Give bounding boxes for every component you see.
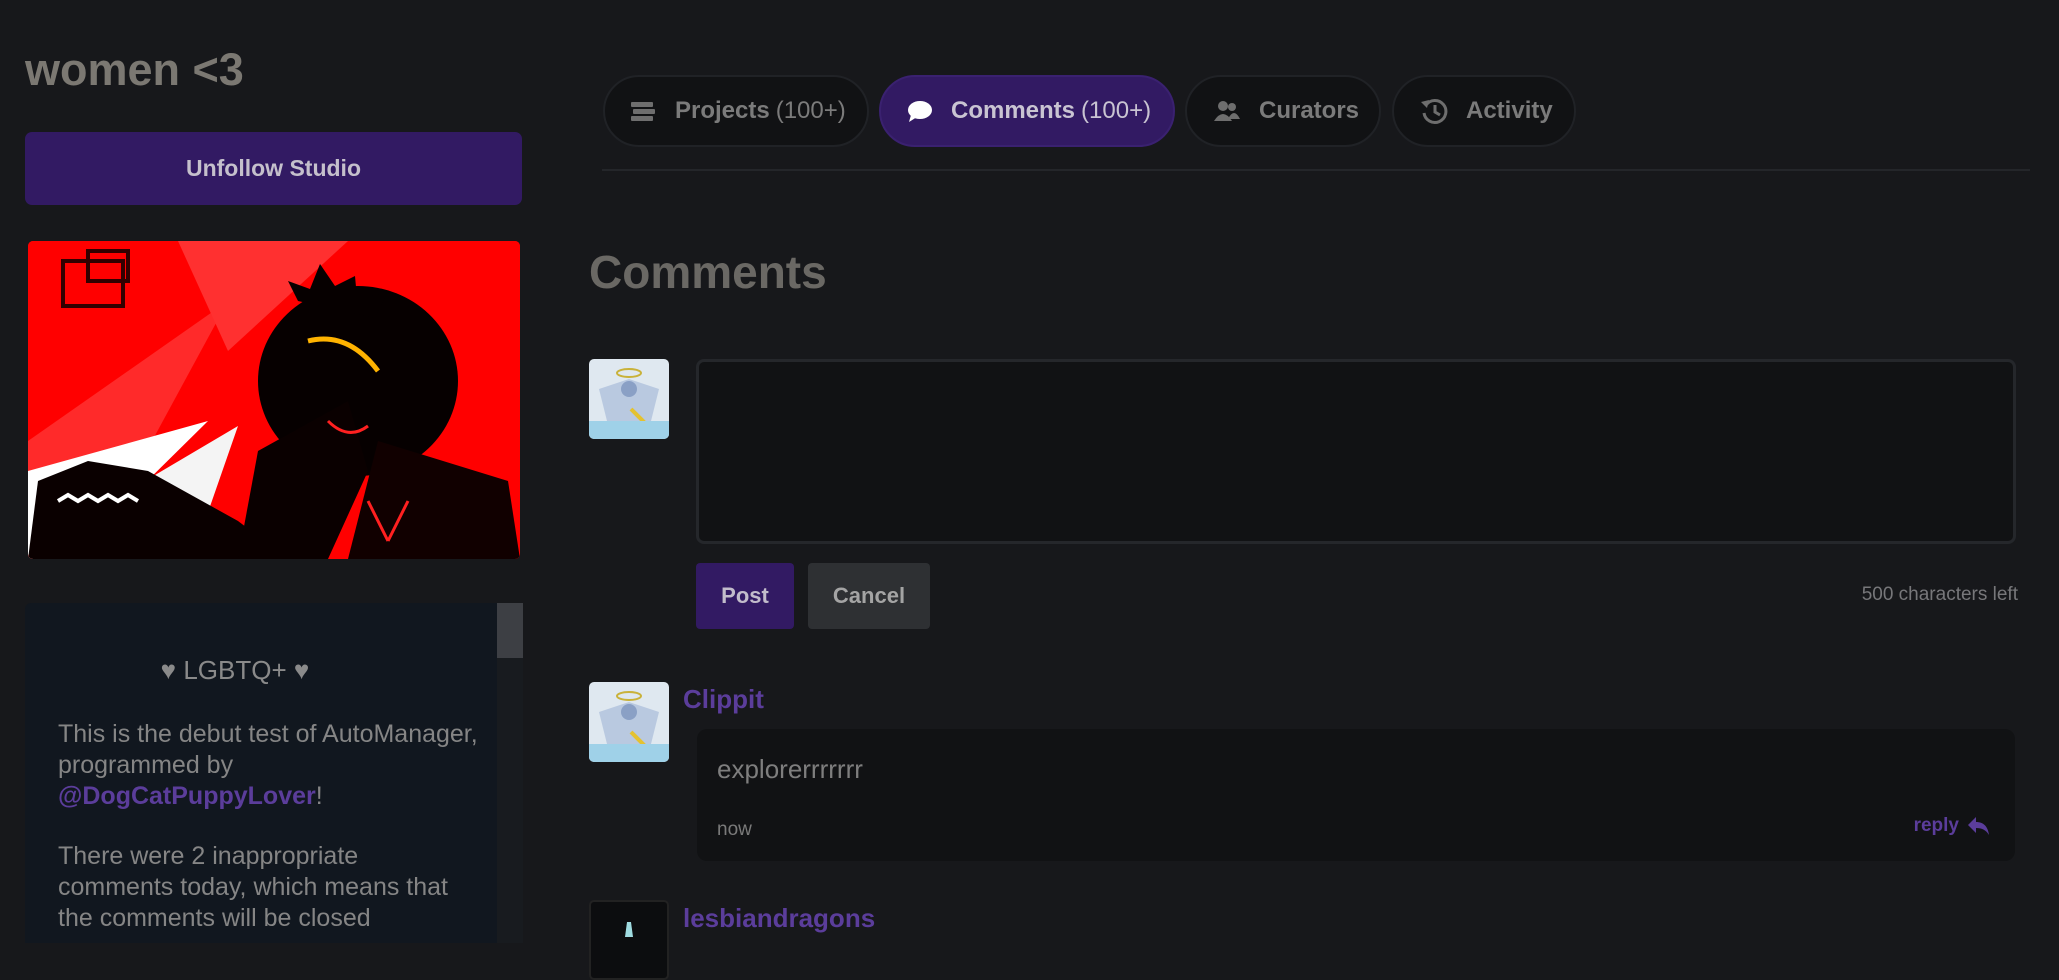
tab-label: Curators <box>1259 97 1360 124</box>
post-button[interactable]: Post <box>696 563 794 629</box>
comment-input[interactable] <box>696 359 2016 544</box>
comment-username[interactable]: Clippit <box>683 684 764 715</box>
comments-heading: Comments <box>589 246 827 298</box>
my-avatar[interactable] <box>589 359 669 439</box>
commenter-avatar[interactable] <box>589 900 669 980</box>
history-icon <box>1421 98 1448 124</box>
cancel-button[interactable]: Cancel <box>808 563 930 629</box>
description-text: This is the debut test of AutoManager, p… <box>58 720 478 779</box>
curators-icon <box>1214 101 1240 121</box>
reply-arrow-icon <box>1968 817 1989 835</box>
tab-curators[interactable]: Curators <box>1185 75 1381 147</box>
commenter-avatar[interactable] <box>589 682 669 762</box>
tab-count: (100+) <box>1081 97 1152 124</box>
studio-thumbnail <box>28 241 520 559</box>
description-paragraph: There were 2 inappropriate comments toda… <box>58 842 448 932</box>
comment-text: explorerrrrrrr <box>717 754 863 784</box>
comment-bubble-icon <box>908 101 932 122</box>
tab-label: Activity <box>1466 97 1553 124</box>
comment-username[interactable]: lesbiandragons <box>683 903 875 934</box>
description-paragraph: This is the debut test of AutoManager, p… <box>58 719 478 812</box>
projects-icon <box>631 102 655 121</box>
studio-description: ♥ LGBTQ+ ♥ This is the debut test of Aut… <box>25 603 497 943</box>
tab-label: Comments <box>951 97 1076 124</box>
tab-activity[interactable]: Activity <box>1392 75 1576 147</box>
tab-projects[interactable]: Projects (100+) <box>603 75 869 147</box>
unfollow-studio-button[interactable]: Unfollow Studio <box>25 132 522 205</box>
comment-timestamp: now <box>717 819 752 840</box>
studio-title: women <3 <box>25 44 244 95</box>
description-text: ! <box>315 782 323 810</box>
mention-link[interactable]: @DogCatPuppyLover <box>58 782 316 810</box>
reply-label: reply <box>1913 815 1959 836</box>
description-heading: ♥ LGBTQ+ ♥ <box>160 655 310 685</box>
tab-comments[interactable]: Comments (100+) <box>879 75 1175 147</box>
tab-count: (100+) <box>775 97 846 124</box>
characters-left-counter: 500 characters left <box>1861 584 2018 605</box>
scrollbar-thumb[interactable] <box>497 603 523 658</box>
tab-divider <box>602 169 2030 171</box>
tab-label: Projects <box>675 97 770 124</box>
reply-button[interactable]: reply <box>1914 815 1991 837</box>
comment-card: explorerrrrrrr now reply <box>697 729 2015 861</box>
